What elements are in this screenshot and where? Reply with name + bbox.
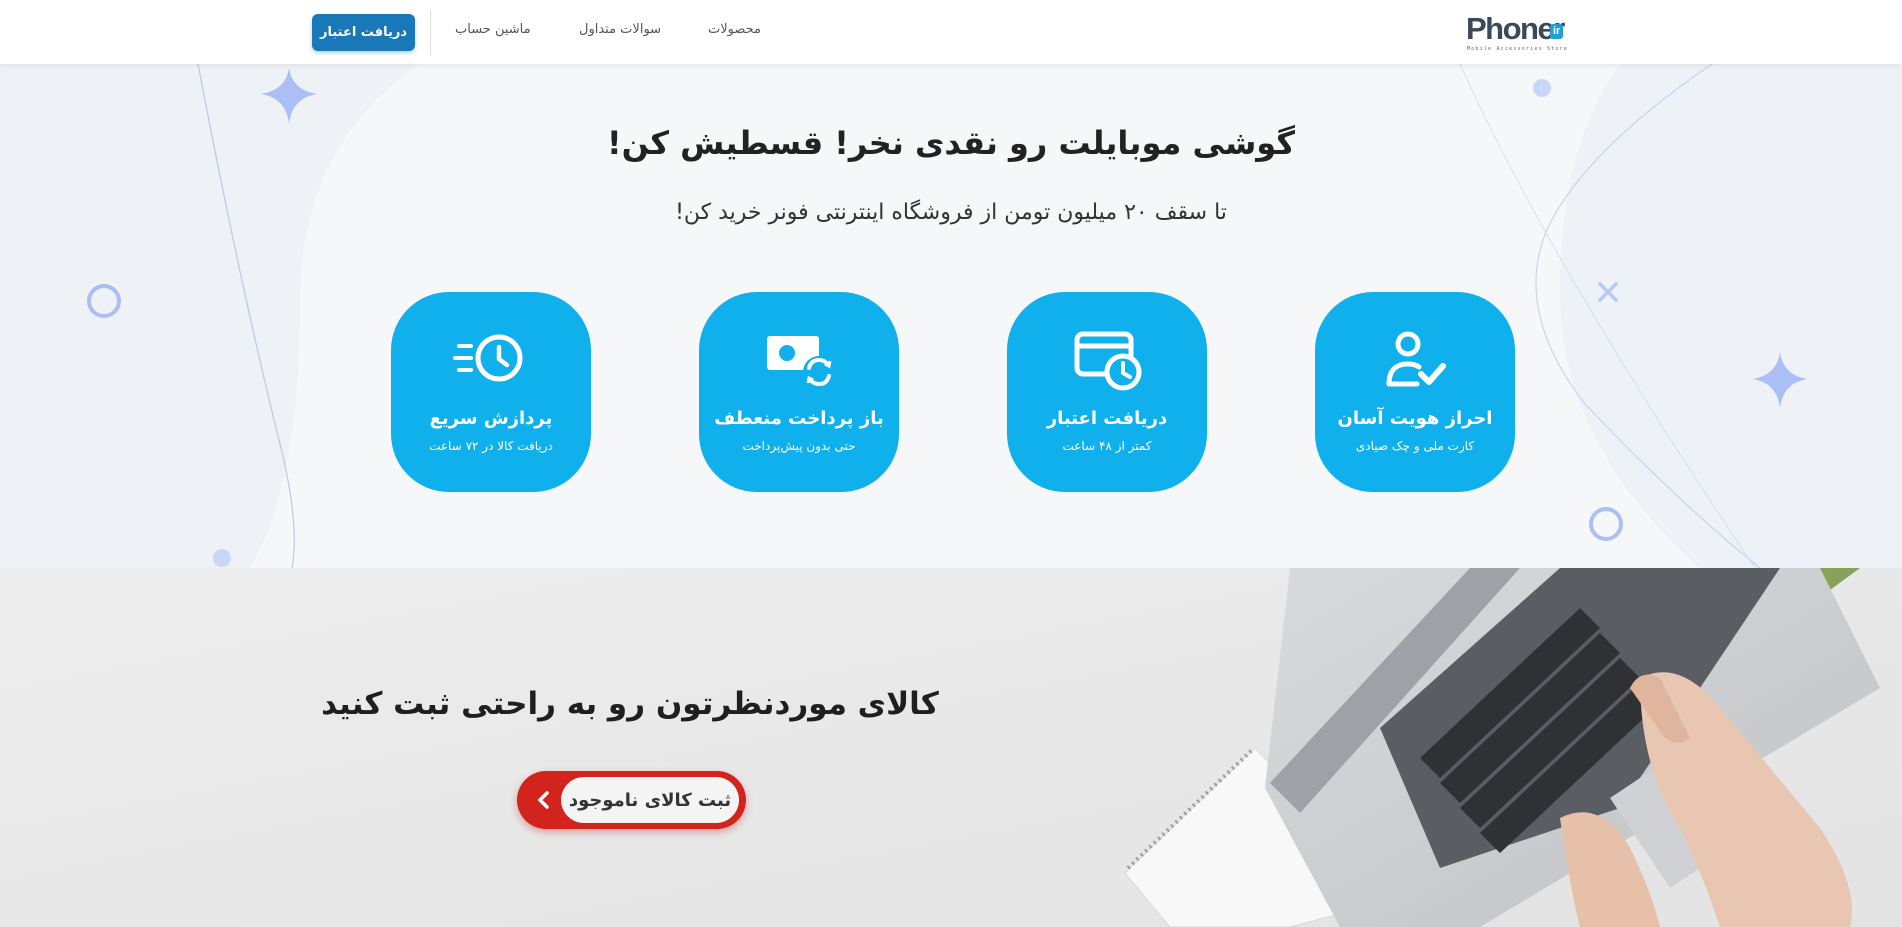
get-credit-button[interactable]: دریافت اعتبار (312, 14, 415, 51)
request-section-title: کالای موردنظرتون رو به راحتی ثبت کنید (321, 686, 939, 722)
top-navbar: Phoner ir Mobile Accessories Store محصول… (0, 0, 1902, 64)
card-clock-icon (1074, 331, 1142, 391)
laptop-hands-photo (0, 568, 1902, 927)
feature-subtitle: کارت ملی و چک صیادی (1355, 439, 1475, 453)
nav-link-calculator[interactable]: ماشین حساب (455, 22, 531, 37)
feature-title: باز پرداخت منعطف (714, 408, 884, 429)
page: Phoner ir Mobile Accessories Store محصول… (0, 0, 1902, 927)
feature-title: احراز هویت آسان (1337, 408, 1493, 429)
feature-title: دریافت اعتبار (1046, 408, 1168, 429)
register-unavailable-product-button[interactable]: ثبت کالای ناموجود (517, 771, 746, 829)
feature-card-fast-processing: پردازش سریع دریافت کالا در ۷۲ ساعت (391, 292, 591, 492)
feature-subtitle: حتی بدون پیش‌پرداخت (742, 439, 856, 453)
logo-badge: ir (1550, 24, 1564, 39)
nav-divider (430, 10, 431, 56)
money-refresh-icon (767, 336, 835, 388)
hero-title: گوشی موبایلت رو نقدی نخر! قسطیش کن! (607, 124, 1295, 162)
request-product-section: کالای موردنظرتون رو به راحتی ثبت کنید ثب… (0, 568, 1902, 927)
user-check-icon (1386, 331, 1446, 387)
hero-section: گوشی موبایلت رو نقدی نخر! قسطیش کن! تا س… (0, 64, 1902, 568)
feature-subtitle: کمتر از ۴۸ ساعت (1062, 439, 1152, 453)
hero-subtitle: تا سقف ۲۰ میلیون تومن از فروشگاه اینترنت… (675, 200, 1227, 225)
feature-card-easy-verification: احراز هویت آسان کارت ملی و چک صیادی (1315, 292, 1515, 492)
feature-card-get-credit: دریافت اعتبار کمتر از ۴۸ ساعت (1007, 292, 1207, 492)
nav-link-products[interactable]: محصولات (708, 22, 761, 37)
logo-tagline: Mobile Accessories Store (1467, 46, 1569, 52)
phoner-logo[interactable]: Phoner ir Mobile Accessories Store (1466, 12, 1576, 53)
feature-title: پردازش سریع (429, 408, 553, 429)
register-unavailable-product-label: ثبت کالای ناموجود (561, 777, 739, 823)
nav-link-faq[interactable]: سوالات متداول (579, 22, 661, 37)
feature-subtitle: دریافت کالا در ۷۲ ساعت (429, 439, 553, 453)
fast-clock-icon (453, 334, 523, 382)
chevron-left-icon (538, 791, 549, 809)
feature-card-flexible-repayment: باز پرداخت منعطف حتی بدون پیش‌پرداخت (699, 292, 899, 492)
